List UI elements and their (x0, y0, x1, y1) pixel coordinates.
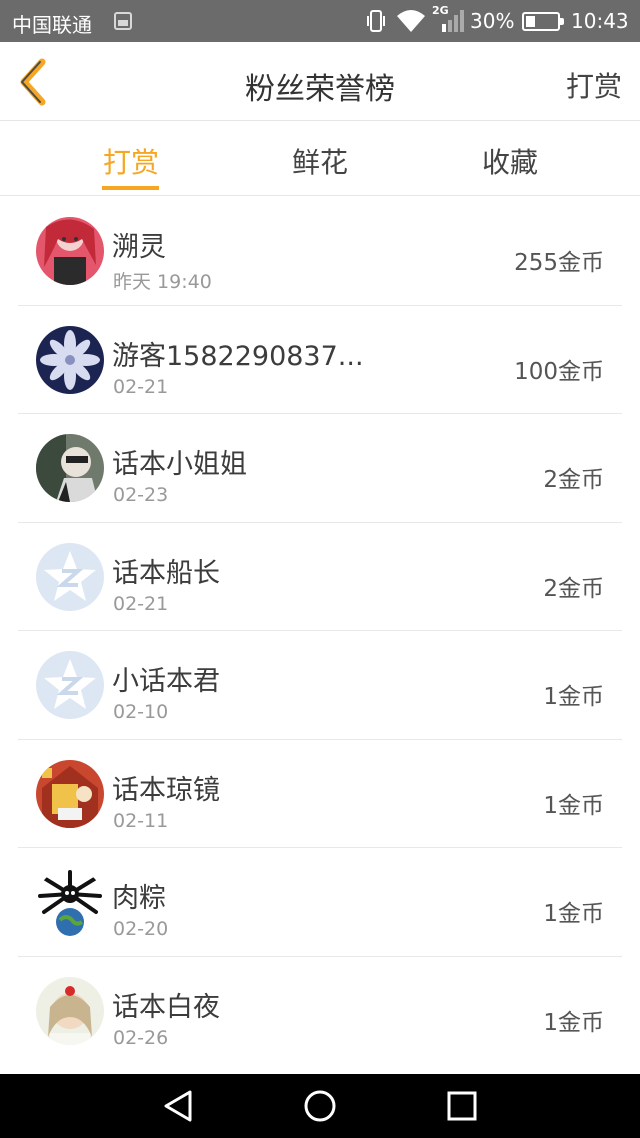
tab-reward[interactable]: 打赏 (36, 121, 226, 196)
fan-amount: 1金币 (543, 792, 604, 819)
fan-date: 02-26 (113, 1026, 169, 1049)
avatar[interactable] (36, 759, 104, 828)
avatar[interactable] (36, 325, 104, 394)
nav-back-icon[interactable] (160, 1088, 196, 1124)
list-item[interactable]: 话本白夜 02-26 1金币 (18, 957, 622, 1066)
fan-date: 02-21 (113, 375, 169, 398)
fan-amount: 1金币 (543, 684, 604, 710)
wifi-icon (396, 8, 426, 34)
battery-icon (522, 12, 564, 31)
avatar[interactable] (36, 651, 104, 719)
signal-icon (440, 10, 464, 32)
fan-name: 游客1582290837... (112, 340, 364, 372)
fan-amount: 1金币 (543, 1009, 604, 1036)
image-icon (114, 12, 132, 30)
fan-amount: 255金币 (514, 250, 604, 276)
tab-bar: 打赏 鲜花 收藏 (0, 121, 640, 196)
fan-amount: 100金币 (514, 358, 604, 385)
fan-date: 02-23 (113, 484, 169, 506)
fan-amount: 2金币 (543, 575, 604, 602)
avatar[interactable] (36, 217, 104, 285)
fan-amount: 2金币 (543, 467, 604, 493)
nav-recent-icon[interactable] (444, 1088, 480, 1124)
status-bar: 中国联通 2G 30% 10:43 (0, 0, 640, 42)
title-bar: 粉丝荣誉榜 打赏 (0, 42, 640, 121)
fan-name: 肉粽 (112, 883, 166, 914)
fan-name: 话本船长 (112, 557, 220, 589)
fan-name: 溯灵 (112, 232, 166, 263)
list-item[interactable]: 游客1582290837... 02-21 100金币 (18, 306, 622, 414)
avatar[interactable] (36, 542, 104, 611)
fan-name: 话本白夜 (112, 991, 220, 1023)
reward-button[interactable]: 打赏 (566, 65, 622, 105)
fan-name: 话本琼镜 (112, 774, 220, 806)
fan-name: 话本小姐姐 (112, 449, 247, 480)
fan-date: 02-11 (113, 809, 169, 832)
list-item[interactable]: 小话本君 02-10 1金币 (18, 631, 622, 740)
list-item[interactable]: 肉粽 02-20 1金币 (18, 848, 622, 957)
fan-date: 昨天 19:40 (113, 271, 212, 293)
tab-flowers[interactable]: 鲜花 (225, 121, 415, 196)
tab-favorites[interactable]: 收藏 (415, 121, 605, 196)
battery-percent: 30% (470, 9, 515, 33)
avatar[interactable] (36, 868, 104, 936)
avatar[interactable] (36, 976, 104, 1045)
carrier-label: 中国联通 (12, 13, 92, 37)
list-item[interactable]: 溯灵 昨天 19:40 255金币 (18, 197, 622, 306)
fan-list: 溯灵 昨天 19:40 255金币 游客1582290837... 02-21 … (0, 197, 640, 1065)
list-item[interactable]: 话本船长 02-21 2金币 (18, 523, 622, 631)
avatar[interactable] (36, 434, 104, 502)
list-item[interactable]: 话本琼镜 02-11 1金币 (18, 740, 622, 848)
fan-date: 02-20 (113, 918, 169, 940)
fan-date: 02-21 (113, 592, 169, 615)
active-tab-indicator (102, 186, 159, 190)
fan-date: 02-10 (113, 701, 169, 723)
list-item[interactable]: 话本小姐姐 02-23 2金币 (18, 414, 622, 523)
fan-amount: 1金币 (543, 901, 604, 927)
clock: 10:43 (571, 9, 629, 33)
system-nav-bar (0, 1074, 640, 1138)
page-title: 粉丝荣誉榜 (245, 72, 395, 107)
nav-home-icon[interactable] (302, 1088, 338, 1124)
vibrate-icon (366, 9, 386, 33)
fan-name: 小话本君 (112, 666, 220, 697)
